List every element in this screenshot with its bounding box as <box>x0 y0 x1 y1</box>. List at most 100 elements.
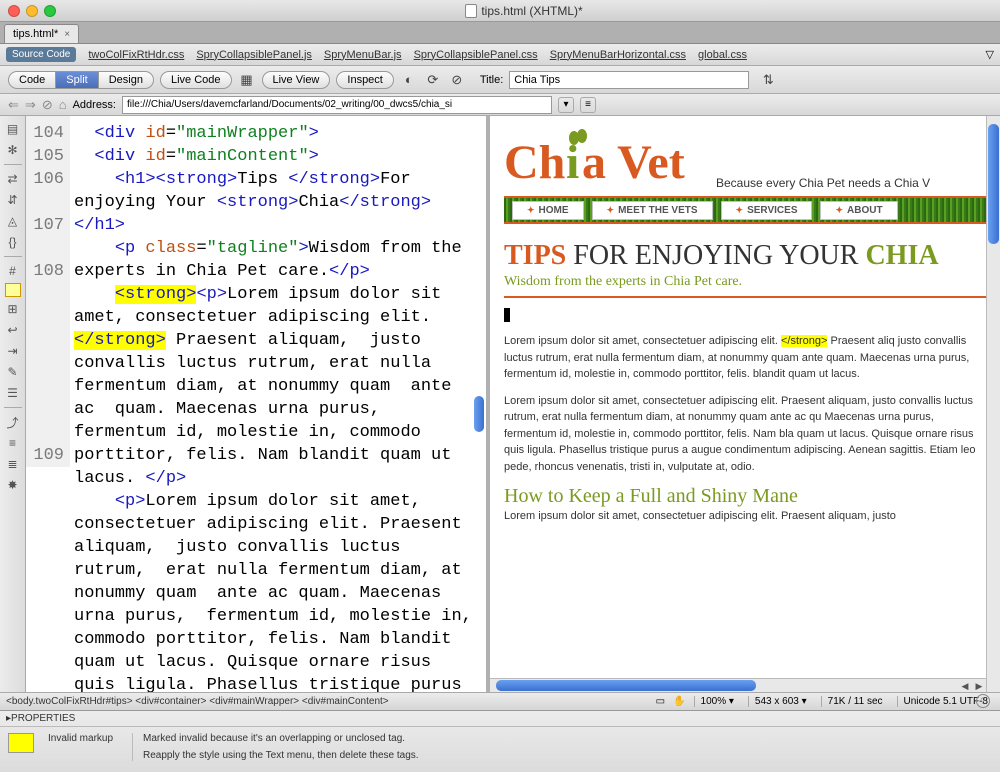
zoom-window-button[interactable] <box>44 5 56 17</box>
stop-icon[interactable]: ⊘ <box>448 71 466 89</box>
recent-snippets-icon[interactable]: ☰ <box>4 384 22 402</box>
outdent-icon[interactable]: ≣ <box>4 455 22 473</box>
page-title-input[interactable] <box>509 71 749 89</box>
address-input[interactable] <box>122 96 552 114</box>
live-preview-pane: Ch i a Vet Because every Chia Pet needs … <box>490 116 1000 692</box>
stop-nav-icon[interactable]: ⊘ <box>42 97 53 113</box>
page-heading: TIPS FOR ENJOYING YOUR CHIA <box>504 240 986 272</box>
related-file[interactable]: SpryMenuBarHorizontal.css <box>550 49 686 61</box>
nav-about[interactable]: ✦ABOUT <box>820 201 897 220</box>
text-cursor <box>504 308 510 322</box>
traffic-lights <box>8 5 56 17</box>
properties-panel: ▸ PROPERTIES Invalid markup Marked inval… <box>0 710 1000 772</box>
section-heading: How to Keep a Full and Shiny Mane <box>504 485 986 508</box>
word-wrap-icon[interactable]: ↩ <box>4 321 22 339</box>
address-dropdown-icon[interactable]: ▾ <box>558 97 574 113</box>
live-view-button[interactable]: Live View <box>262 71 331 89</box>
hand-tool-icon[interactable]: ✋ <box>673 696 685 707</box>
svg-text:Ch: Ch <box>504 136 565 189</box>
body-paragraph: Lorem ipsum dolor sit amet, consectetuer… <box>504 508 986 525</box>
scrollbar-thumb[interactable] <box>988 124 999 244</box>
file-management-icon[interactable]: ⇅ <box>759 71 777 89</box>
document-toolbar: Code Split Design Live Code ▦ Live View … <box>0 66 1000 94</box>
logo-tagline: Because every Chia Pet needs a Chia V <box>716 176 930 190</box>
show-code-icon[interactable]: ✻ <box>4 141 22 159</box>
code-pane[interactable]: 104 105 106 107 108 109 <div id="mainWra… <box>26 116 490 692</box>
help-icon[interactable]: ? <box>976 694 990 708</box>
main-split: ▤ ✻ ⇄ ⇵ ◬ {} # ⊞ ↩ ⇥ ✎ ☰ ⤴ ≡ ≣ ✸ 104 105… <box>0 116 1000 692</box>
window-title: tips.html (XHTML)* <box>56 4 992 18</box>
chia-vet-logo: Ch i a Vet <box>504 128 704 190</box>
code-view-button[interactable]: Code <box>8 71 56 89</box>
related-file[interactable]: twoColFixRtHdr.css <box>88 49 184 61</box>
nav-meet-vets[interactable]: ✦MEET THE VETS <box>592 201 713 220</box>
address-list-icon[interactable]: ≡ <box>580 97 596 113</box>
properties-header[interactable]: ▸ PROPERTIES <box>0 711 1000 727</box>
collapse-tag-icon[interactable]: ⇄ <box>4 170 22 188</box>
preview-horizontal-scrollbar[interactable]: ◀ ▶ <box>490 678 986 692</box>
site-logo-row: Ch i a Vet Because every Chia Pet needs … <box>504 128 986 190</box>
back-arrow-icon[interactable]: ⇐ <box>8 97 19 113</box>
balance-braces-icon[interactable]: {} <box>4 233 22 251</box>
expand-all-icon[interactable]: ⇵ <box>4 191 22 209</box>
indent-icon[interactable]: ≡ <box>4 434 22 452</box>
preview-vertical-scrollbar[interactable] <box>986 116 1000 692</box>
page-tagline: Wisdom from the experts in Chia Pet care… <box>504 274 986 290</box>
line-numbers-icon[interactable]: # <box>4 262 22 280</box>
page-size: 71K / 11 sec <box>821 696 889 707</box>
document-tab-label: tips.html* <box>13 28 58 40</box>
address-label: Address: <box>73 99 116 111</box>
window-title-text: tips.html (XHTML)* <box>481 4 582 18</box>
forward-arrow-icon[interactable]: ⇒ <box>25 97 36 113</box>
select-tool-icon[interactable]: ▭ <box>656 696 665 707</box>
filter-icon[interactable]: ▽ <box>986 48 994 61</box>
window-dimensions[interactable]: 543 x 603 ▾ <box>748 696 813 707</box>
format-source-icon[interactable]: ✸ <box>4 476 22 494</box>
auto-indent-icon[interactable]: ⇥ <box>4 342 22 360</box>
document-tab-bar: tips.html* × <box>0 22 1000 44</box>
live-code-button[interactable]: Live Code <box>160 71 232 89</box>
source-code-badge[interactable]: Source Code <box>6 47 76 62</box>
related-file[interactable]: SpryMenuBar.js <box>324 49 402 61</box>
related-file[interactable]: SpryCollapsiblePanel.css <box>414 49 538 61</box>
main-nav-strip: ✦HOME ✦MEET THE VETS ✦SERVICES ✦ABOUT <box>504 196 986 224</box>
scroll-right-icon[interactable]: ▶ <box>972 679 986 692</box>
browser-nav-icon[interactable]: ◐ <box>400 71 418 89</box>
home-icon[interactable]: ⌂ <box>59 97 67 112</box>
view-mode-group: Code Split Design <box>8 71 154 89</box>
tag-breadcrumb[interactable]: <body.twoColFixRtHdr#tips> <div#containe… <box>6 696 656 707</box>
design-view-button[interactable]: Design <box>99 71 154 89</box>
scroll-left-icon[interactable]: ◀ <box>958 679 972 692</box>
nav-home[interactable]: ✦HOME <box>512 201 584 220</box>
close-tab-icon[interactable]: × <box>64 29 70 40</box>
nav-services[interactable]: ✦SERVICES <box>721 201 813 220</box>
split-view-button[interactable]: Split <box>56 71 98 89</box>
invalid-markup-message: Marked invalid because it's an overlappi… <box>143 733 419 744</box>
scrollbar-thumb[interactable] <box>496 680 756 691</box>
title-label: Title: <box>480 74 503 86</box>
document-tab[interactable]: tips.html* × <box>4 24 79 43</box>
highlight-invalid-icon[interactable] <box>5 283 21 297</box>
close-window-button[interactable] <box>8 5 20 17</box>
zoom-level[interactable]: 100% ▾ <box>694 696 740 707</box>
invalid-markup-label: Invalid markup <box>48 733 118 761</box>
inspect-toggle-icon[interactable]: ▦ <box>238 71 256 89</box>
code-editor[interactable]: <div id="mainWrapper"> <div id="mainCont… <box>70 116 486 692</box>
snippets-icon[interactable]: ✎ <box>4 363 22 381</box>
syntax-coloring-icon[interactable]: ⊞ <box>4 300 22 318</box>
related-file[interactable]: global.css <box>698 49 747 61</box>
move-css-icon[interactable]: ⤴ <box>4 413 22 431</box>
address-bar: ⇐ ⇒ ⊘ ⌂ Address: ▾ ≡ <box>0 94 1000 116</box>
line-number-gutter: 104 105 106 107 108 109 <box>26 116 70 467</box>
select-parent-icon[interactable]: ◬ <box>4 212 22 230</box>
related-file[interactable]: SpryCollapsiblePanel.js <box>196 49 312 61</box>
code-scrollbar-thumb[interactable] <box>474 396 484 432</box>
invalid-markup-hint: Reapply the style using the Text menu, t… <box>143 750 419 761</box>
window-titlebar: tips.html (XHTML)* <box>0 0 1000 22</box>
document-icon <box>465 4 477 18</box>
inspect-button[interactable]: Inspect <box>336 71 393 89</box>
refresh-icon[interactable]: ⟳ <box>424 71 442 89</box>
minimize-window-button[interactable] <box>26 5 38 17</box>
svg-text:a Vet: a Vet <box>582 136 685 189</box>
open-documents-icon[interactable]: ▤ <box>4 120 22 138</box>
